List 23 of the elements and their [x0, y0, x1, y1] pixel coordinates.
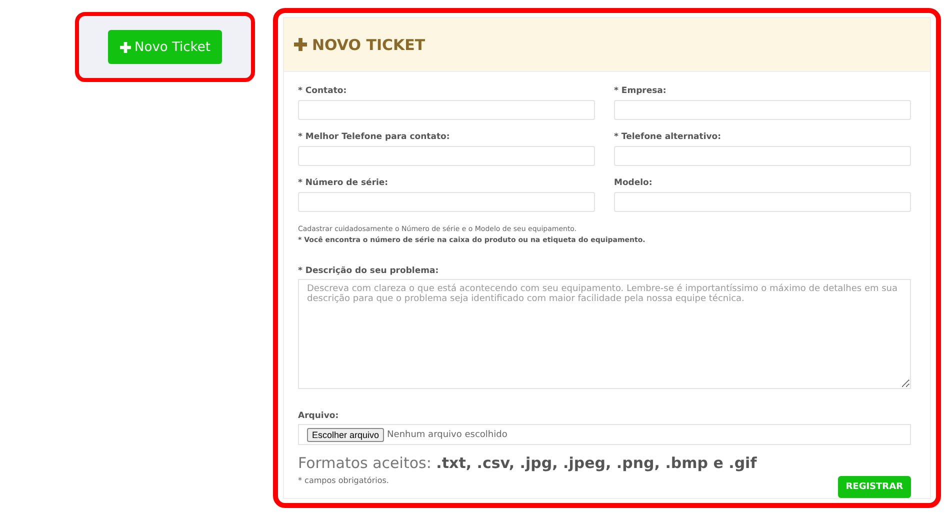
field-label: Modelo: [614, 178, 654, 188]
file-input[interactable]: Escolher arquivo Nenhum arquivo escolhido [298, 424, 911, 445]
accepted-formats-text: Formatos aceitos: .txt, .csv, .jpg, .jpeg, .png, .bmp e .gif [298, 454, 758, 472]
input-field[interactable] [298, 100, 595, 120]
field-label: Arquivo: [298, 411, 340, 421]
field-label: * Descrição do seu problema: [298, 266, 440, 276]
field-label: * Melhor Telefone para contato: [298, 132, 451, 142]
plus-icon [294, 38, 307, 51]
field-label: * Contato: [298, 86, 348, 96]
form-title: NOVO TICKET [312, 36, 426, 54]
field-label: * Número de série: [298, 178, 390, 188]
input-field[interactable] [614, 146, 911, 166]
file-status: Nenhum arquivo escolhido [387, 430, 508, 440]
required-note: * campos obrigatórios. [298, 476, 389, 485]
plus-icon [120, 42, 131, 52]
choose-file-button[interactable]: Escolher arquivo [307, 428, 384, 442]
field-label: * Empresa: [614, 86, 668, 96]
description-field[interactable]: Descreva com clareza o que está acontecendo com seu equipamento. Lembre-se é importantíssimo o máximo de detalhes em sua descrição para que o problema seja identificado com maior facilidade pela nossa equipe técnica. [298, 279, 911, 389]
input-field[interactable] [298, 146, 595, 166]
input-field[interactable] [614, 100, 911, 120]
field-label: * Telefone alternativo: [614, 132, 722, 142]
input-field[interactable] [298, 192, 595, 212]
input-field[interactable] [614, 192, 911, 212]
